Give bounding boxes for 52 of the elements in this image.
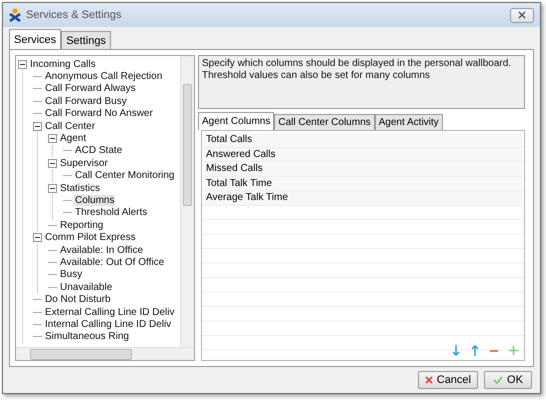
tree-item[interactable]: Reporting bbox=[59, 220, 104, 231]
tree-item[interactable]: ACD State bbox=[74, 145, 124, 156]
horizontal-scrollbar[interactable] bbox=[16, 347, 194, 360]
list-item[interactable]: Average Talk Time bbox=[204, 191, 522, 206]
tree-item[interactable]: Do Not Disturb bbox=[44, 294, 112, 306]
cross-icon bbox=[424, 376, 433, 384]
checkmark-icon bbox=[493, 376, 504, 384]
tree-item[interactable]: Anonymous Call Rejection bbox=[44, 71, 164, 82]
close-icon bbox=[518, 11, 526, 19]
window-title: Services & Settings bbox=[26, 9, 122, 21]
tree-item[interactable]: Supervisor bbox=[59, 158, 109, 169]
tree-item[interactable]: Available: Out Of Office bbox=[59, 256, 166, 268]
tree-item[interactable]: External Calling Line ID Deliv bbox=[44, 306, 176, 318]
tree-item[interactable]: Unavailable bbox=[59, 282, 114, 293]
tree-item[interactable]: Columns bbox=[74, 194, 116, 206]
tree-item[interactable]: Available: In Office bbox=[59, 244, 144, 256]
tree-item[interactable]: Call Forward No Answer bbox=[44, 108, 154, 120]
tree-item[interactable]: Call Forward Busy bbox=[44, 96, 128, 107]
collapse-icon[interactable] bbox=[48, 134, 57, 144]
ok-button[interactable]: OK bbox=[484, 371, 532, 389]
vertical-scrollbar[interactable] bbox=[180, 56, 194, 347]
collapse-icon[interactable] bbox=[33, 122, 42, 131]
tree-item[interactable]: Busy bbox=[59, 269, 84, 280]
tree-item[interactable]: Call Forward Always bbox=[44, 83, 137, 94]
tree-item[interactable]: Incoming Calls bbox=[29, 58, 97, 70]
tree-item[interactable]: Call Center Monitoring bbox=[74, 170, 176, 182]
tab[interactable]: Agent Columns bbox=[198, 112, 274, 130]
list-item[interactable]: Missed Calls bbox=[204, 162, 522, 176]
person-logo-icon bbox=[9, 8, 21, 22]
tab[interactable]: Settings bbox=[61, 31, 111, 49]
description-text: Specify which columns should be displayed in the personal wallboard. Threshold values can also be set for many columns bbox=[198, 55, 525, 109]
cancel-button[interactable]: Cancel bbox=[418, 371, 478, 389]
tree-item[interactable]: Internal Calling Line ID Deliv bbox=[44, 318, 172, 330]
collapse-icon[interactable] bbox=[18, 60, 27, 69]
collapse-icon[interactable] bbox=[48, 158, 57, 168]
collapse-icon[interactable] bbox=[48, 184, 57, 193]
list-item[interactable]: Total Calls bbox=[204, 133, 522, 148]
move-down-icon[interactable] bbox=[452, 345, 460, 356]
tree-item[interactable]: Comm Pilot Express bbox=[44, 232, 137, 244]
tree-item[interactable]: Simultaneous Ring bbox=[44, 331, 130, 342]
close-button[interactable] bbox=[510, 8, 534, 22]
tree-item[interactable]: Agent bbox=[59, 133, 88, 144]
tree-item[interactable]: Statistics bbox=[59, 182, 102, 194]
list-item[interactable]: Answered Calls bbox=[204, 148, 522, 162]
move-up-icon[interactable] bbox=[471, 345, 479, 356]
tree-item[interactable]: Call Center bbox=[44, 120, 96, 132]
tab[interactable]: Agent Activity bbox=[374, 114, 443, 130]
tab[interactable]: Call Center Columns bbox=[274, 114, 375, 130]
tree-item[interactable]: Threshold Alerts bbox=[74, 207, 148, 218]
tab[interactable]: Services bbox=[9, 29, 62, 49]
list-item[interactable]: Total Talk Time bbox=[204, 176, 522, 191]
collapse-icon[interactable] bbox=[33, 233, 42, 242]
